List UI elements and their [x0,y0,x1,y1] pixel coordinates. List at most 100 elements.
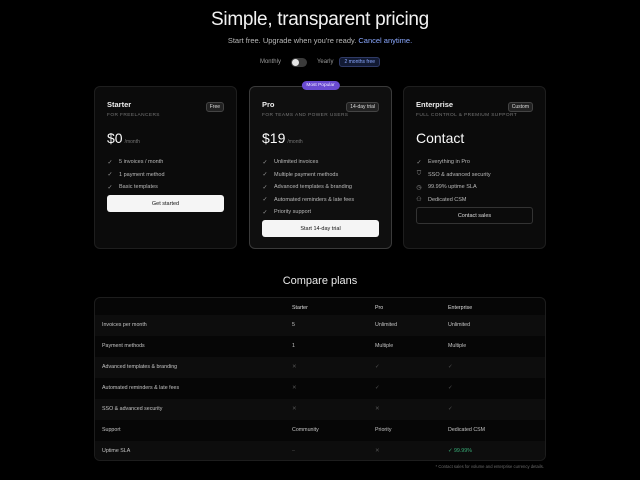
most-popular-badge: Most Popular [301,81,340,90]
check-icon: ✓ [416,159,422,166]
feature-text: 5 invoices / month [119,159,164,166]
plan-pill: 14-day trial [346,102,379,112]
get-started-button[interactable]: Get started [107,195,224,212]
row-label: SSO & advanced security [102,406,163,413]
table-row: Invoices per month 5 Unlimited Unlimited [95,315,545,336]
monthly-label[interactable]: Monthly [260,59,281,65]
feature-item: ✓ Automated reminders & late fees [262,194,379,207]
start-trial-button[interactable]: Start 14-day trial [262,220,379,237]
price-amount: $0 [107,130,123,146]
page-subtitle: Start free. Upgrade when you're ready. C… [0,36,640,45]
billing-toggle[interactable] [290,57,307,67]
feature-text: 99.99% uptime SLA [428,184,477,191]
feature-text: Unlimited invoices [274,159,319,166]
plan-card-starter: Starter For freelancers Free $0 /month ✓… [94,86,237,249]
billing-toggle-row: Monthly Yearly 2 months free [0,57,640,67]
feature-text: Basic templates [119,184,158,191]
feature-text: Automated reminders & late fees [274,196,355,203]
cell-enterprise: Multiple [448,343,467,350]
column-header: Starter [292,305,308,312]
feature-text: Advanced templates & branding [274,184,352,191]
feature-text: Dedicated CSM [428,196,467,203]
check-icon: ✓ [107,159,113,166]
price-amount: Contact [416,130,465,146]
plan-price: $0 /month [107,130,224,146]
cell-enterprise: Unlimited [448,322,471,329]
subtitle-accent: Cancel anytime. [358,36,413,45]
save-badge: 2 months free [339,57,381,67]
feature-item: ✓ Everything in Pro [416,156,533,169]
check-icon: ✓ [107,172,113,179]
x-icon: ✕ [375,406,380,413]
row-label: Payment methods [102,343,145,350]
feature-text: Priority support [274,209,311,216]
cell-enterprise: ✓ 99.99% [448,448,472,454]
feature-item: ✓ 1 payment method [107,169,224,182]
subtitle-text: Start free. Upgrade when you're ready. [227,36,357,45]
cell-pro: Priority [375,427,392,434]
cell-pro: Multiple [375,343,394,350]
contact-sales-button[interactable]: Contact sales [416,207,533,224]
check-icon: ✓ [375,385,380,392]
footnote: * Contact sales for volume and enterpris… [435,464,544,469]
feature-list: ✓ Everything in Pro ⛉ SSO & advanced secur… [416,156,533,206]
column-header: Enterprise [448,305,473,312]
check-icon: ✓ [262,184,268,191]
plan-price: Contact [416,130,533,146]
shield-icon: ⛉ [416,171,422,178]
x-icon: ✕ [292,406,297,413]
table-row: Advanced templates & branding ✕ ✓ ✓ [95,357,545,378]
cell-starter: 1 [292,343,295,350]
row-label: Advanced templates & branding [102,364,178,371]
yearly-label[interactable]: Yearly [317,59,333,65]
table-row: Automated reminders & late fees ✕ ✓ ✓ [95,378,545,399]
check-circle-icon: ✓ [448,448,453,455]
feature-list: ✓ 5 invoices / month ✓ 1 payment method ✓ B… [107,156,224,194]
clock-icon: ◷ [416,184,422,191]
table-row: Payment methods 1 Multiple Multiple [95,336,545,357]
feature-item: ✓ Unlimited invoices [262,156,379,169]
plan-price: $19 /month [262,130,379,146]
feature-item: ✓ 5 invoices / month [107,156,224,169]
check-icon: ✓ [262,172,268,179]
check-icon: ✓ [448,364,453,371]
toggle-knob [291,58,299,66]
row-label: Invoices per month [102,322,147,329]
check-icon: ✓ [262,159,268,166]
feature-list: ✓ Unlimited invoices ✓ Multiple payment me… [262,156,379,219]
compare-title: Compare plans [282,275,358,287]
feature-text: Everything in Pro [428,159,470,166]
plan-tagline: For freelancers [107,113,160,118]
feature-text: Multiple payment methods [274,171,339,178]
person-icon: ⚇ [416,197,422,204]
plan-card-pro: Most Popular Pro For teams and power use… [249,81,392,249]
cell-starter: – [292,448,295,455]
table-row: Uptime SLA – ✕ ✓ 99.99% [95,441,545,460]
plan-tagline: Full control & premium support [416,113,518,118]
price-period: /month [287,139,303,145]
plan-tagline: For teams and power users [262,113,349,118]
cell-starter: Community [292,427,319,434]
check-icon: ✓ [375,364,380,371]
cell-enterprise: Dedicated CSM [448,427,486,434]
plan-pill: Custom [507,102,533,112]
check-icon: ✓ [448,385,453,392]
column-header: Pro [375,305,384,312]
feature-item: ⛉ SSO & advanced security [416,169,533,182]
check-icon: ✓ [262,197,268,204]
feature-item: ✓ Multiple payment methods [262,169,379,182]
uptime-value: 99.99% [453,448,472,455]
table-row: SSO & advanced security ✕ ✕ ✓ [95,399,545,420]
check-icon: ✓ [448,406,453,413]
cell-starter: 5 [292,322,295,329]
cell-pro: Unlimited [375,322,398,329]
row-label: Support [102,427,121,434]
check-icon: ✓ [262,209,268,216]
feature-item: ✓ Basic templates [107,181,224,194]
row-label: Uptime SLA [102,448,131,455]
row-label: Automated reminders & late fees [102,385,180,392]
page-title: Simple, transparent pricing [211,9,429,30]
feature-text: SSO & advanced security [428,171,491,178]
x-icon: ✕ [292,364,297,371]
check-icon: ✓ [107,184,113,191]
